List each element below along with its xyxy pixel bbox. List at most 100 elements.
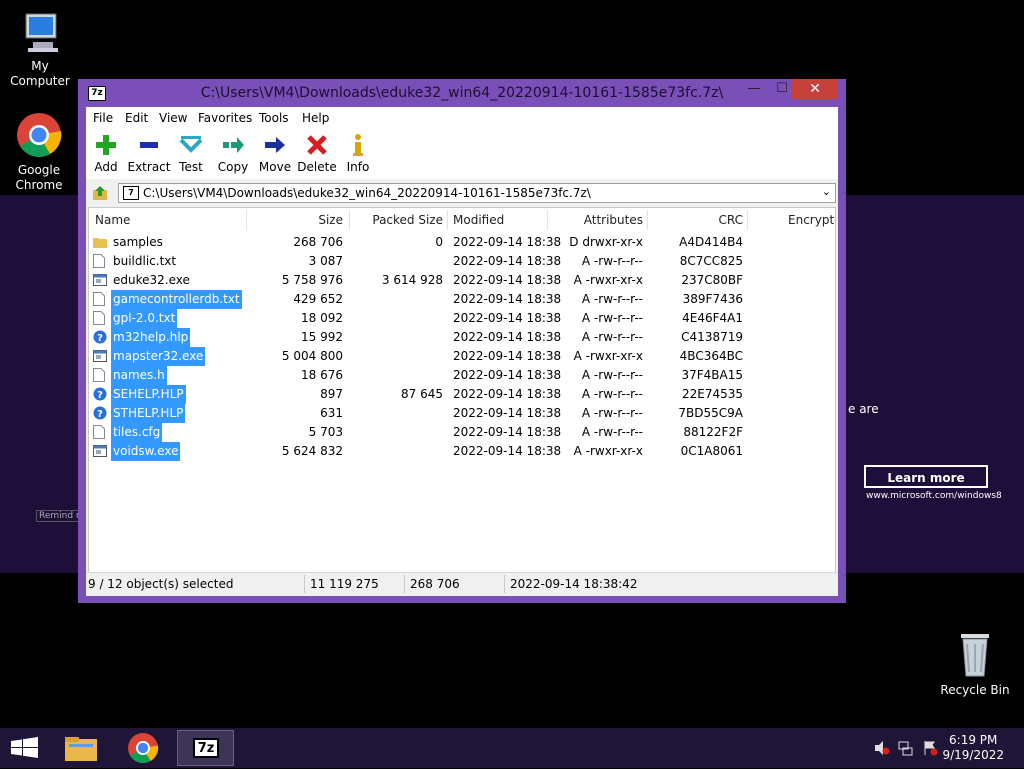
up-folder-icon[interactable] xyxy=(92,185,108,201)
file-row[interactable]: mapster32.exe 5 004 800 2022-09-14 18:38 A … xyxy=(89,347,835,366)
file-row[interactable]: ? STHELP.HLP 631 2022-09-14 18:38 A -rw-r--r… xyxy=(89,404,835,423)
file-row[interactable]: buildlic.txt 3 087 2022-09-14 18:38 A -rw-r… xyxy=(89,252,835,271)
menu-file[interactable]: File xyxy=(93,111,113,125)
window-client: File Edit View Favorites Tools Help Add … xyxy=(84,107,838,596)
address-input[interactable]: 7 C:\Users\VM4\Downloads\eduke32_win64_2… xyxy=(118,183,836,203)
window-title: C:\Users\VM4\Downloads\eduke32_win64_202… xyxy=(200,85,724,101)
file-name: tiles.cfg xyxy=(111,423,163,442)
cell-size: 5 004 800 xyxy=(281,349,343,363)
7zip-window[interactable]: 7z C:\Users\VM4\Downloads\eduke32_win64_… xyxy=(78,79,846,603)
chrome-icon xyxy=(0,112,79,161)
chevron-down-icon[interactable]: ⌄ xyxy=(822,185,831,198)
svg-text:?: ? xyxy=(97,390,103,401)
column-separator[interactable] xyxy=(349,210,350,230)
status-size: 11 119 275 xyxy=(310,577,379,591)
menu-favorites[interactable]: Favorites xyxy=(198,111,252,125)
cell-crc: 37F4BA15 xyxy=(681,368,743,382)
add-button[interactable]: Add xyxy=(84,133,128,174)
file-list[interactable]: Name Size Packed Size Modified Attribute… xyxy=(88,207,836,575)
archive-icon: 7 xyxy=(123,186,139,200)
menu-help[interactable]: Help xyxy=(302,111,329,125)
file-row[interactable]: names.h 18 676 2022-09-14 18:38 A -rw-r--r-… xyxy=(89,366,835,385)
recycle-bin-icon xyxy=(935,630,1015,681)
close-button[interactable]: ✕ xyxy=(792,79,838,99)
extract-button[interactable]: Extract xyxy=(127,133,171,174)
cell-modified: 2022-09-14 18:38 xyxy=(453,330,562,344)
add-label: Add xyxy=(94,160,118,174)
move-button[interactable]: Move xyxy=(253,133,297,174)
cell-crc: 389F7436 xyxy=(682,292,743,306)
taskbar-chrome[interactable] xyxy=(118,730,168,766)
file-row[interactable]: tiles.cfg 5 703 2022-09-14 18:38 A -rw-r--r… xyxy=(89,423,835,442)
file-row[interactable]: ? m32help.hlp 15 992 2022-09-14 18:38 A -rw-… xyxy=(89,328,835,347)
status-separator xyxy=(304,575,305,593)
desktop-icon-my-computer[interactable]: My Computer xyxy=(0,8,80,89)
column-header-size[interactable]: Size xyxy=(247,208,343,232)
folder-icon xyxy=(93,235,107,250)
file-name: gamecontrollerdb.txt xyxy=(111,290,242,309)
column-header-name[interactable]: Name xyxy=(95,208,130,232)
text-file-icon xyxy=(93,368,106,383)
cell-modified: 2022-09-14 18:38 xyxy=(453,235,562,249)
windows-start-icon xyxy=(11,737,38,758)
column-header-crc[interactable]: CRC xyxy=(649,208,744,232)
file-row[interactable]: ? SEHELP.HLP 897 87 645 2022-09-14 18:38 A -r… xyxy=(89,385,835,404)
column-header-packed-size[interactable]: Packed Size xyxy=(351,208,443,232)
tray-clock[interactable]: 6:19 PM 9/19/2022 xyxy=(942,733,1004,763)
cell-modified: 2022-09-14 18:38 xyxy=(453,425,562,439)
volume-muted-icon[interactable] xyxy=(874,740,890,756)
cell-packed-size xyxy=(351,347,443,366)
cell-crc: 0C1A8061 xyxy=(680,444,743,458)
cell-modified: 2022-09-14 18:38 xyxy=(453,444,562,458)
learn-more-button[interactable]: Learn more xyxy=(864,465,988,488)
desktop-icon-google-chrome[interactable]: Google Chrome xyxy=(0,112,79,193)
delete-label: Delete xyxy=(297,160,337,174)
column-separator[interactable] xyxy=(747,210,748,230)
cell-modified: 2022-09-14 18:38 xyxy=(453,368,562,382)
cell-packed-size: 3 614 928 xyxy=(381,273,443,287)
test-button[interactable]: Test xyxy=(169,133,213,174)
network-icon[interactable] xyxy=(898,740,914,756)
desktop-icon-label: Recycle Bin xyxy=(940,683,1010,697)
column-separator[interactable] xyxy=(647,210,648,230)
window-titlebar[interactable]: 7z C:\Users\VM4\Downloads\eduke32_win64_… xyxy=(78,79,846,107)
executable-icon xyxy=(93,273,107,288)
cell-attributes: A -rw-r--r-- xyxy=(581,311,643,325)
cell-packed-size xyxy=(351,366,443,385)
column-separator[interactable] xyxy=(547,210,548,230)
taskbar: 7z 6:19 PM 9/19/2022 xyxy=(0,728,1024,768)
minimize-button[interactable]: — xyxy=(740,79,768,99)
cell-modified: 2022-09-14 18:38 xyxy=(453,292,562,306)
status-selected: 9 / 12 object(s) selected xyxy=(88,577,234,591)
file-name: SEHELP.HLP xyxy=(111,385,186,404)
file-row[interactable]: samples 268 706 0 2022-09-14 18:38 D drwxr-x… xyxy=(89,233,835,252)
taskbar-7zip[interactable]: 7z xyxy=(177,730,234,766)
help-file-icon: ? xyxy=(93,387,107,402)
file-row[interactable]: gamecontrollerdb.txt 429 652 2022-09-14 18… xyxy=(89,290,835,309)
copy-button[interactable]: Copy xyxy=(211,133,255,174)
delete-button[interactable]: Delete xyxy=(295,133,339,174)
file-name: voidsw.exe xyxy=(111,442,181,461)
delete-x-icon xyxy=(295,133,339,157)
menu-tools[interactable]: Tools xyxy=(259,111,289,125)
info-button[interactable]: Info xyxy=(336,133,380,174)
background-side-text: e are xyxy=(848,402,879,416)
file-name: mapster32.exe xyxy=(111,347,206,366)
taskbar-file-explorer[interactable] xyxy=(56,730,106,766)
column-header-encrypted[interactable]: Encrypte xyxy=(788,208,835,232)
desktop-icon-recycle-bin[interactable]: Recycle Bin xyxy=(935,630,1015,698)
column-header-modified[interactable]: Modified xyxy=(453,208,504,232)
tray-time: 6:19 PM xyxy=(949,733,998,747)
column-separator[interactable] xyxy=(447,210,448,230)
7zip-icon: 7z xyxy=(193,738,219,758)
cell-size: 5 758 976 xyxy=(281,273,343,287)
cell-crc: C4138719 xyxy=(681,330,743,344)
start-button[interactable] xyxy=(0,730,50,766)
file-row[interactable]: eduke32.exe 5 758 976 3 614 928 2022-09-14 … xyxy=(89,271,835,290)
file-row[interactable]: gpl-2.0.txt 18 092 2022-09-14 18:38 A -rw-r… xyxy=(89,309,835,328)
action-center-flag-icon[interactable] xyxy=(922,740,938,756)
file-row[interactable]: voidsw.exe 5 624 832 2022-09-14 18:38 A -rw… xyxy=(89,442,835,461)
menu-edit[interactable]: Edit xyxy=(125,111,148,125)
column-header-attributes[interactable]: Attributes xyxy=(549,208,643,232)
menu-view[interactable]: View xyxy=(159,111,187,125)
